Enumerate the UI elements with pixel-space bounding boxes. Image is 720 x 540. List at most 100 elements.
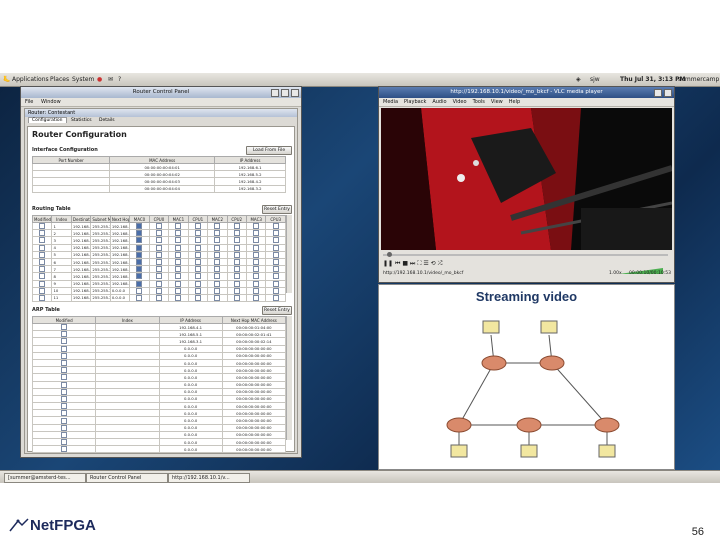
- routing-checkbox-cell[interactable]: [168, 265, 189, 274]
- arp-cell[interactable]: 00:00:00:00:00:00: [221, 423, 287, 432]
- seek-bar[interactable]: [381, 252, 672, 258]
- routing-checkbox-cell[interactable]: [245, 257, 267, 267]
- routing-checkbox-cell[interactable]: [265, 229, 286, 238]
- routing-checkbox-cell[interactable]: [148, 286, 170, 295]
- routing-checkbox-cell[interactable]: [148, 257, 170, 267]
- routing-checkbox-cell[interactable]: [207, 250, 228, 259]
- routing-checkbox-cell[interactable]: [245, 293, 267, 303]
- interface-cell[interactable]: 00:00:00:00:04:04: [109, 184, 216, 193]
- routing-cell[interactable]: 192.168.15.0: [70, 286, 92, 295]
- checkbox[interactable]: [39, 266, 46, 272]
- routing-checkbox-cell[interactable]: [245, 229, 267, 238]
- vlc-menu-tools[interactable]: Tools: [473, 99, 485, 105]
- checkbox[interactable]: [272, 223, 279, 229]
- checkbox[interactable]: [194, 252, 201, 258]
- arp-checkbox-cell[interactable]: [31, 387, 97, 396]
- routing-checkbox-cell[interactable]: [245, 265, 267, 274]
- user-name[interactable]: sjw: [590, 73, 600, 86]
- checkbox[interactable]: [194, 245, 201, 251]
- arp-checkbox-cell[interactable]: [31, 437, 97, 447]
- checkbox[interactable]: [175, 281, 182, 287]
- checkbox[interactable]: [61, 446, 68, 452]
- checkbox[interactable]: [253, 288, 260, 294]
- interface-cell[interactable]: [31, 170, 111, 179]
- checkbox[interactable]: [155, 223, 162, 229]
- arp-col-header[interactable]: Modified: [31, 316, 97, 324]
- checkbox[interactable]: [214, 223, 221, 229]
- routing-col-header[interactable]: MAC2: [207, 215, 228, 223]
- arp-cell[interactable]: [95, 387, 160, 396]
- interface-cell[interactable]: 192.168.4.2: [214, 177, 286, 186]
- arp-checkbox-cell[interactable]: [31, 409, 97, 418]
- routing-checkbox-cell[interactable]: [226, 250, 247, 259]
- routing-checkbox-cell[interactable]: [265, 293, 286, 303]
- arp-cell[interactable]: 192.168.4.1: [158, 322, 223, 332]
- routing-cell[interactable]: 255.255.2...: [90, 236, 111, 245]
- checkbox[interactable]: [39, 230, 46, 236]
- checkbox[interactable]: [272, 288, 279, 294]
- routing-cell[interactable]: 3: [51, 236, 72, 245]
- arp-checkbox-cell[interactable]: [31, 330, 97, 339]
- arp-cell[interactable]: [95, 358, 160, 368]
- checkbox[interactable]: [61, 374, 68, 380]
- routing-checkbox-cell[interactable]: [168, 293, 189, 303]
- routing-checkbox-cell[interactable]: [187, 229, 209, 238]
- checkbox[interactable]: [61, 410, 68, 416]
- arp-cell[interactable]: [95, 402, 160, 411]
- arp-checkbox-cell[interactable]: [31, 373, 97, 382]
- arp-cell[interactable]: 00:00:00:00:00:00: [221, 351, 287, 360]
- routing-row[interactable]: 10192.168.15.0255.255.2...0.0.0.0: [31, 286, 286, 295]
- col-port-number[interactable]: Port Number: [31, 156, 111, 164]
- clock[interactable]: Thu Jul 31, 3:13 PM: [620, 73, 685, 86]
- checkbox[interactable]: [175, 223, 182, 229]
- arp-cell[interactable]: [95, 344, 160, 353]
- menu-file[interactable]: File: [25, 99, 33, 105]
- routing-checkbox-cell[interactable]: [207, 265, 228, 274]
- routing-cell[interactable]: 0.0.0.0: [109, 293, 131, 303]
- arp-col-header[interactable]: Index: [95, 316, 160, 324]
- routing-checkbox-cell[interactable]: [31, 229, 53, 238]
- checkbox[interactable]: [214, 288, 221, 294]
- interface-cell[interactable]: [31, 162, 111, 172]
- playlist-icon[interactable]: ☰: [423, 260, 428, 267]
- routing-checkbox-cell[interactable]: [168, 236, 189, 245]
- routing-checkbox-cell[interactable]: [245, 286, 267, 295]
- routing-cell[interactable]: 255.255.2...: [90, 221, 111, 231]
- routing-checkbox-cell[interactable]: [265, 243, 286, 252]
- routing-checkbox-cell[interactable]: [187, 272, 209, 281]
- vlc-menu-media[interactable]: Media: [383, 99, 398, 105]
- arp-scrollbar[interactable]: [286, 316, 292, 440]
- checkbox[interactable]: [233, 259, 240, 265]
- checkbox[interactable]: [214, 259, 221, 265]
- volume-slider[interactable]: [617, 260, 667, 274]
- checkbox[interactable]: [155, 288, 162, 294]
- checkbox[interactable]: [194, 266, 201, 272]
- routing-checkbox-cell[interactable]: [148, 229, 170, 238]
- routing-checkbox-cell[interactable]: [129, 243, 150, 252]
- routing-checkbox-cell[interactable]: [207, 272, 228, 281]
- routing-col-header[interactable]: CPU3: [265, 215, 286, 223]
- checkbox[interactable]: [272, 266, 279, 272]
- routing-row[interactable]: 5192.168.12.0255.255.2...192.168.4.1: [31, 250, 286, 259]
- checkbox[interactable]: [272, 273, 279, 279]
- routing-checkbox-cell[interactable]: [129, 272, 150, 281]
- arp-col-header[interactable]: IP Address: [158, 316, 223, 324]
- routing-checkbox-cell[interactable]: [187, 286, 209, 295]
- routing-checkbox-cell[interactable]: [187, 236, 209, 245]
- arp-cell[interactable]: 00:00:00:00:00:00: [221, 445, 287, 454]
- checkbox[interactable]: [155, 295, 162, 301]
- routing-col-header[interactable]: Next Hop IP: [109, 215, 131, 223]
- routing-row[interactable]: 6192.168.13.0255.255.2...192.168.5.1: [31, 257, 286, 267]
- routing-checkbox-cell[interactable]: [31, 286, 53, 295]
- minimize-icon[interactable]: [271, 89, 279, 97]
- routing-checkbox-cell[interactable]: [148, 250, 170, 259]
- menu-places[interactable]: Places: [50, 73, 69, 86]
- arp-checkbox-cell[interactable]: [31, 351, 97, 360]
- routing-cell[interactable]: 192.168.12.0: [70, 250, 92, 259]
- routing-checkbox-cell[interactable]: [265, 221, 286, 231]
- arp-row[interactable]: 0.0.0.0 00:00:00:00:00:00: [31, 351, 287, 360]
- arp-row[interactable]: 0.0.0.0 00:00:00:00:00:00: [31, 416, 287, 425]
- checkbox[interactable]: [39, 252, 46, 258]
- arp-cell[interactable]: 0.0.0.0: [158, 430, 223, 440]
- shuffle-icon[interactable]: ⤮: [438, 260, 443, 267]
